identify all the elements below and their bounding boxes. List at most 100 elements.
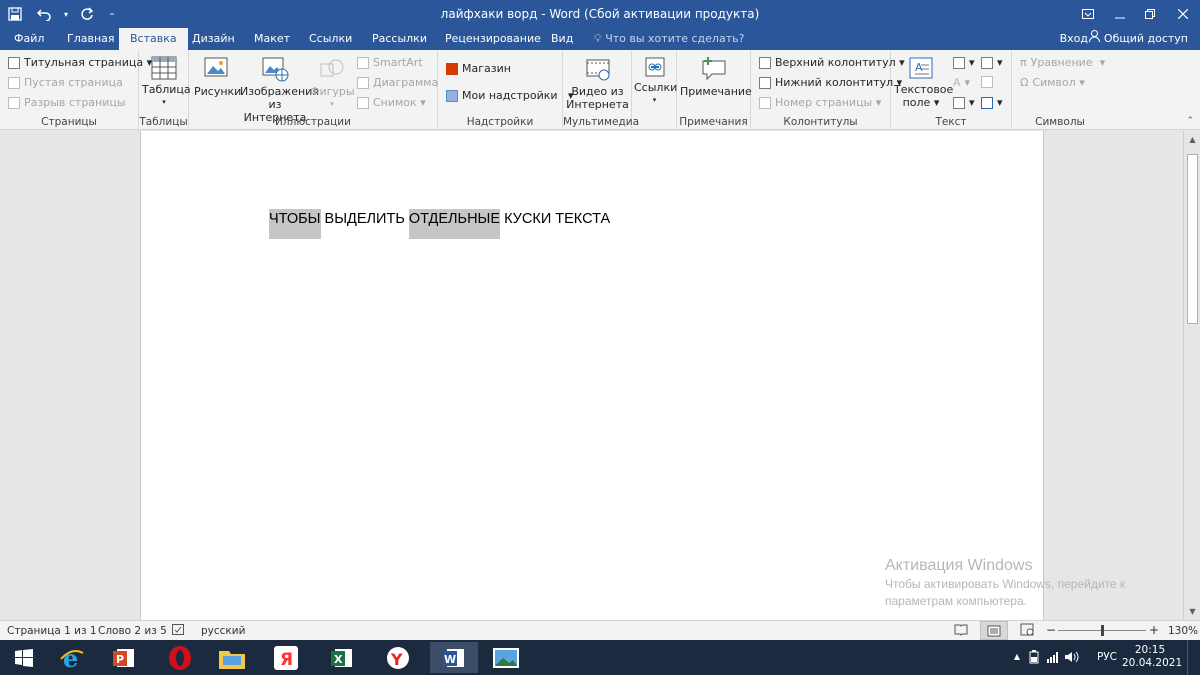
web-layout-icon[interactable]	[1020, 623, 1034, 639]
header-button[interactable]: Верхний колонтитул ▾	[759, 56, 905, 69]
links-button[interactable]: Ссылки ▾	[634, 55, 677, 107]
tab-mailings[interactable]: Рассылки	[361, 28, 438, 50]
print-layout-icon[interactable]	[980, 621, 1008, 640]
page-count[interactable]: Страница 1 из 1	[7, 625, 97, 637]
my-addins-icon	[446, 89, 458, 102]
share-label: Общий доступ	[1103, 32, 1188, 45]
proofing-icon[interactable]	[172, 623, 185, 639]
document-page[interactable]: ЧТОБЫ ВЫДЕЛИТЬ ОТДЕЛЬНЫЕ КУСКИ ТЕКСТА	[140, 131, 1044, 620]
header-label: Верхний колонтитул	[775, 56, 896, 69]
scroll-down-icon[interactable]: ▼	[1184, 603, 1200, 620]
word-icon[interactable]: W	[430, 642, 478, 673]
selected-text-2[interactable]: ОТДЕЛЬНЫЕ	[408, 209, 501, 239]
input-language[interactable]: РУС	[1097, 651, 1117, 663]
tab-review[interactable]: Рецензирование	[434, 28, 552, 50]
start-icon[interactable]	[0, 642, 48, 673]
group-illustrations: Рисунки Изображения из Интернета Фигуры …	[189, 50, 438, 130]
battery-icon[interactable]	[1028, 650, 1040, 667]
smartart-button[interactable]: SmartArt	[357, 56, 423, 69]
symbol-button[interactable]: Ω Символ ▾	[1020, 76, 1085, 89]
scroll-thumb[interactable]	[1187, 154, 1198, 324]
zoom-level[interactable]: 130%	[1168, 625, 1198, 637]
powerpoint-icon[interactable]: P	[100, 642, 148, 673]
language[interactable]: русский	[201, 625, 245, 637]
tab-view[interactable]: Вид	[540, 28, 584, 50]
zoom-out-button[interactable]: −	[1046, 623, 1056, 637]
show-desktop-button[interactable]	[1187, 640, 1192, 675]
collapse-ribbon-icon[interactable]: ⌃	[1186, 116, 1194, 126]
datetime-button[interactable]	[981, 76, 997, 88]
yandex-icon[interactable]: Я	[262, 642, 310, 673]
svg-text:e: e	[63, 645, 78, 671]
tab-design[interactable]: Дизайн	[181, 28, 246, 50]
opera-icon[interactable]	[156, 642, 204, 673]
cover-page-button[interactable]: Титульная страница ▾	[8, 56, 152, 69]
textbox-button[interactable]: A Текстовое поле ▾	[894, 55, 953, 109]
signature-line-button[interactable]: ▾	[981, 56, 1003, 69]
wordart-button[interactable]: A ▾	[953, 76, 970, 89]
tray-expand-icon[interactable]: ▲	[1014, 652, 1020, 661]
my-addins-label: Мои надстройки	[462, 89, 558, 102]
object-button[interactable]: ▾	[981, 96, 1003, 109]
read-mode-icon[interactable]	[954, 623, 968, 639]
excel-icon[interactable]: X	[318, 642, 366, 673]
internet-explorer-icon[interactable]: e	[48, 642, 96, 673]
volume-icon[interactable]	[1064, 651, 1080, 666]
svg-text:A: A	[915, 61, 923, 74]
windows-activation-watermark: Активация Windows Чтобы активировать Win…	[885, 557, 1125, 610]
restore-icon[interactable]	[1135, 0, 1165, 28]
footer-button[interactable]: Нижний колонтитул ▾	[759, 76, 902, 89]
page-number-button[interactable]: Номер страницы ▾	[759, 96, 881, 109]
online-pictures-button[interactable]: Изображения из Интернета	[240, 55, 319, 124]
tab-home[interactable]: Главная	[56, 28, 126, 50]
tab-file[interactable]: Файл	[3, 28, 55, 50]
comment-button[interactable]: Примечание	[680, 55, 752, 98]
page-break-button[interactable]: Разрыв страницы	[8, 96, 126, 109]
text-segment-2[interactable]: ВЫДЕЛИТЬ	[321, 211, 409, 227]
tab-layout[interactable]: Макет	[243, 28, 301, 50]
scroll-up-icon[interactable]: ▲	[1184, 131, 1200, 148]
zoom-slider-thumb[interactable]	[1101, 625, 1104, 636]
vertical-scrollbar[interactable]: ▲ ▼	[1183, 131, 1200, 620]
signin-link[interactable]: Вход	[1060, 28, 1088, 49]
table-button[interactable]: Таблица ▾	[142, 55, 191, 109]
zoom-in-button[interactable]: +	[1149, 623, 1159, 637]
group-label-media: Мультимедиа	[563, 116, 640, 128]
selected-text-1[interactable]: ЧТОБЫ	[269, 209, 321, 239]
group-text: A Текстовое поле ▾ ▾ A ▾ ▾ ▾ ▾ Текст	[891, 50, 1012, 130]
shapes-button[interactable]: Фигуры ▾	[310, 55, 355, 111]
table-label: Таблица	[142, 83, 191, 96]
textbox-label-2: поле ▾	[902, 96, 940, 109]
share-button[interactable]: Общий доступ	[1089, 28, 1188, 49]
group-label-header-footer: Колонтитулы	[783, 116, 858, 128]
chart-icon	[357, 76, 369, 89]
photos-icon[interactable]	[482, 642, 530, 673]
word-count[interactable]: Слово 2 из 5	[98, 625, 167, 637]
page-break-label: Разрыв страницы	[24, 96, 126, 109]
dropcap-button[interactable]: ▾	[953, 96, 975, 109]
quick-parts-button[interactable]: ▾	[953, 56, 975, 69]
blank-page-button[interactable]: Пустая страница	[8, 76, 123, 89]
online-video-button[interactable]: Видео из Интернета	[565, 55, 630, 111]
tab-insert[interactable]: Вставка	[119, 28, 188, 50]
header-icon	[759, 56, 771, 69]
tab-references[interactable]: Ссылки	[298, 28, 363, 50]
close-icon[interactable]	[1165, 0, 1200, 28]
minimize-icon[interactable]	[1105, 0, 1135, 28]
my-addins-button[interactable]: Мои надстройки ▾	[446, 89, 574, 102]
yandex-browser-icon[interactable]: Y	[374, 642, 422, 673]
ribbon-display-icon[interactable]	[1070, 0, 1105, 28]
file-explorer-icon[interactable]	[208, 642, 256, 673]
clock[interactable]: 20:15 20.04.2021	[1122, 644, 1182, 669]
chart-button[interactable]: Диаграмма	[357, 76, 438, 89]
equation-button[interactable]: π Уравнение ▾	[1020, 56, 1105, 69]
group-addins: Магазин Мои надстройки ▾ Надстройки	[438, 50, 574, 130]
text-segment-4[interactable]: КУСКИ ТЕКСТА	[500, 211, 610, 227]
textbox-label-2-text: поле	[902, 96, 931, 109]
document-text[interactable]: ЧТОБЫ ВЫДЕЛИТЬ ОТДЕЛЬНЫЕ КУСКИ ТЕКСТА	[269, 209, 610, 239]
tell-me-box[interactable]: 💡︎ Что вы хотите сделать?	[594, 28, 744, 49]
store-button[interactable]: Магазин	[446, 62, 511, 75]
screenshot-button[interactable]: Снимок ▾	[357, 96, 426, 109]
network-icon[interactable]	[1046, 651, 1060, 666]
pictures-button[interactable]: Рисунки	[194, 55, 241, 98]
